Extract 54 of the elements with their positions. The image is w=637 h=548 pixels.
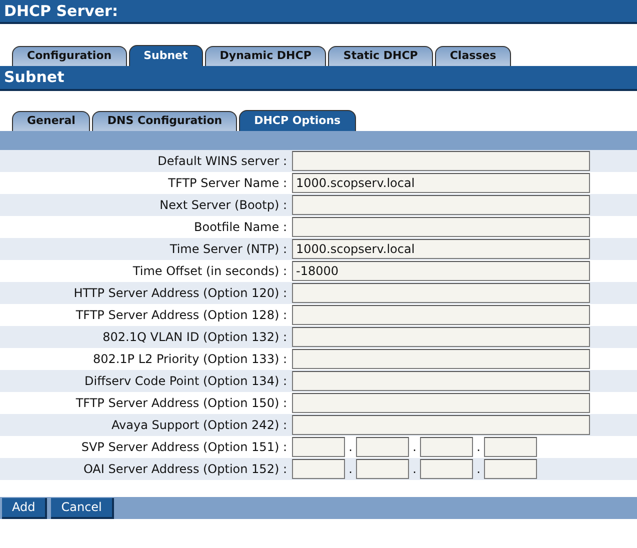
section-title: Subnet bbox=[4, 67, 64, 88]
dot-separator: . bbox=[412, 461, 418, 478]
input-field[interactable] bbox=[292, 349, 590, 369]
field-label: Time Offset (in seconds) : bbox=[132, 263, 288, 280]
tab[interactable]: Configuration bbox=[12, 46, 127, 66]
input-field[interactable] bbox=[292, 217, 590, 237]
input-field[interactable] bbox=[292, 195, 590, 215]
input-field[interactable] bbox=[292, 283, 590, 303]
dot-separator: . bbox=[412, 439, 418, 456]
field-label: Diffserv Code Point (Option 134) : bbox=[84, 373, 288, 390]
field-label: Bootfile Name : bbox=[193, 219, 288, 236]
field-label: TFTP Server Address (Option 128) : bbox=[74, 307, 288, 324]
ip-octet-field[interactable] bbox=[356, 459, 409, 479]
dot-separator: . bbox=[476, 461, 482, 478]
field-label: HTTP Server Address (Option 120) : bbox=[72, 285, 288, 302]
dot-separator: . bbox=[476, 439, 482, 456]
ip-octet-field[interactable] bbox=[420, 437, 473, 457]
field-label: 802.1P L2 Priority (Option 133) : bbox=[92, 351, 288, 368]
input-field[interactable]: 1000.scopserv.local bbox=[292, 173, 590, 193]
input-field[interactable] bbox=[292, 151, 590, 171]
ip-octet-field[interactable] bbox=[292, 459, 345, 479]
field-label: Time Server (NTP) : bbox=[168, 241, 288, 258]
field-label: TFTP Server Address (Option 150) : bbox=[74, 395, 288, 412]
tab[interactable]: Static DHCP bbox=[328, 46, 433, 66]
input-field[interactable] bbox=[292, 371, 590, 391]
dot-separator: . bbox=[348, 439, 354, 456]
field-label: Avaya Support (Option 242) : bbox=[110, 417, 288, 434]
input-field[interactable]: -18000 bbox=[292, 261, 590, 281]
field-label: OAI Server Address (Option 152) : bbox=[82, 461, 288, 478]
form-button[interactable]: Add bbox=[2, 498, 48, 518]
dot-separator: . bbox=[348, 461, 354, 478]
page-title: DHCP Server: bbox=[4, 0, 118, 22]
input-field[interactable] bbox=[292, 327, 590, 347]
tab[interactable]: General bbox=[12, 111, 90, 131]
ip-octet-field[interactable] bbox=[484, 459, 537, 479]
field-label: 802.1Q VLAN ID (Option 132) : bbox=[102, 329, 288, 346]
ip-octet-field[interactable] bbox=[356, 437, 409, 457]
field-label: Default WINS server : bbox=[156, 153, 288, 170]
form-button[interactable]: Cancel bbox=[51, 498, 114, 518]
tab[interactable]: DNS Configuration bbox=[92, 111, 238, 131]
tab[interactable]: Subnet bbox=[128, 45, 203, 66]
field-label: Next Server (Bootp) : bbox=[158, 197, 288, 214]
field-label: TFTP Server Name : bbox=[167, 175, 288, 192]
tab[interactable]: Classes bbox=[434, 46, 512, 66]
tab[interactable]: DHCP Options bbox=[239, 110, 356, 131]
tab[interactable]: Dynamic DHCP bbox=[204, 46, 326, 66]
ip-octet-field[interactable] bbox=[484, 437, 537, 457]
ip-octet-field[interactable] bbox=[420, 459, 473, 479]
input-field[interactable]: 1000.scopserv.local bbox=[292, 239, 590, 259]
input-field[interactable] bbox=[292, 305, 590, 325]
input-field[interactable] bbox=[292, 393, 590, 413]
field-label: SVP Server Address (Option 151) : bbox=[80, 439, 288, 456]
input-field[interactable] bbox=[292, 415, 590, 435]
ip-octet-field[interactable] bbox=[292, 437, 345, 457]
